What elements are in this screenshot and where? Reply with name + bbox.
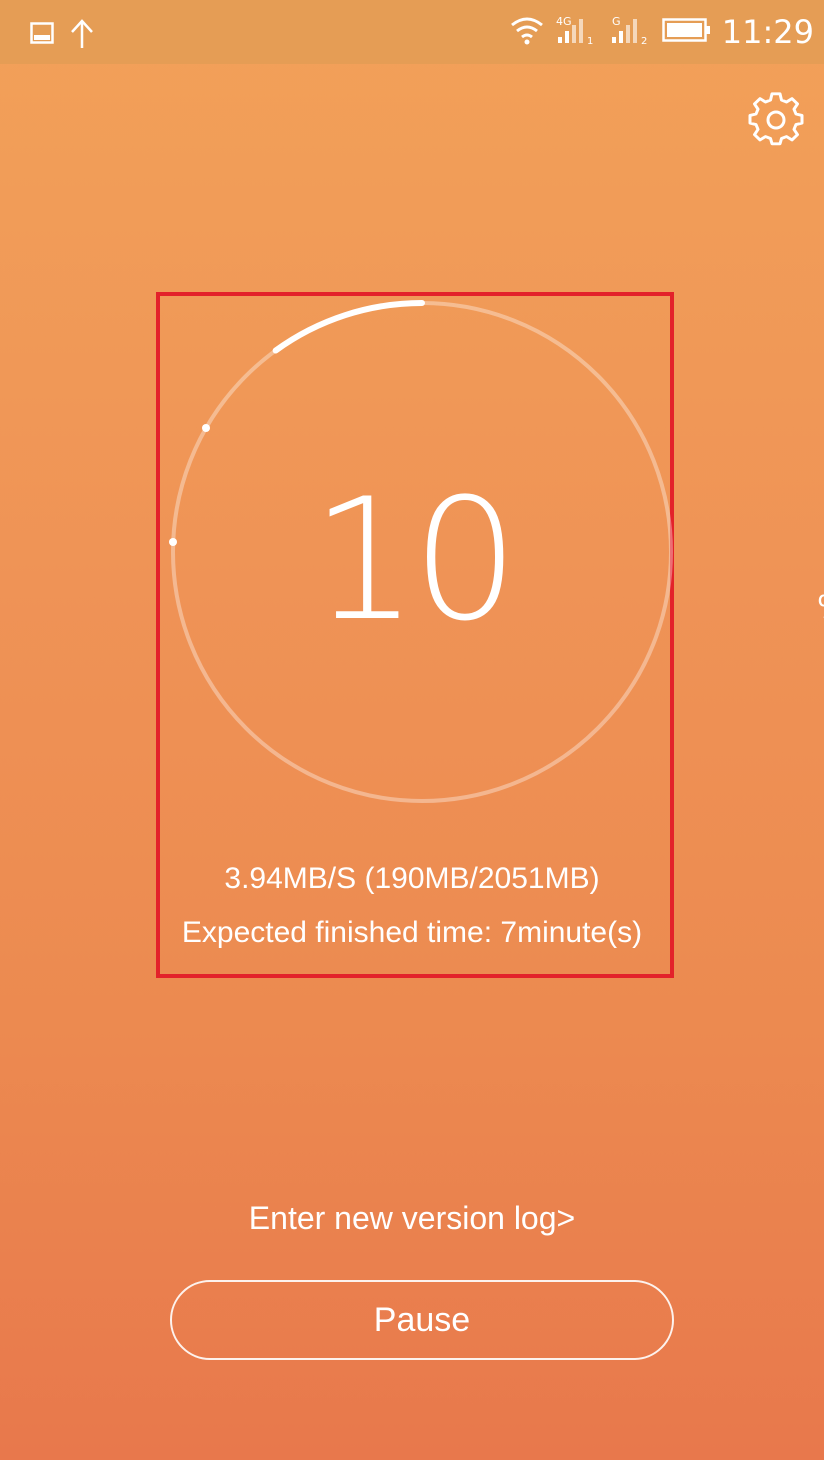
percent-value: 10 — [311, 462, 519, 658]
status-bar-right: 4G 1 G 2 11:29 — [510, 10, 814, 54]
image-icon — [30, 22, 54, 49]
signal-g-sim2-icon: G 2 — [608, 13, 652, 52]
settings-button[interactable] — [748, 92, 804, 148]
signal-4g-sim1-icon: 4G 1 — [554, 13, 598, 52]
download-speed-text: 3.94MB/S (190MB/2051MB) — [224, 862, 600, 895]
percent-display: 10 % — [0, 470, 824, 650]
svg-text:G: G — [612, 15, 621, 28]
svg-text:2: 2 — [641, 36, 647, 47]
status-time: 11:29 — [721, 13, 814, 51]
gear-icon — [748, 92, 804, 146]
expected-finish-text: Expected finished time: 7minute(s) — [181, 916, 643, 949]
pause-button[interactable]: Pause — [170, 1280, 674, 1360]
upload-arrow-icon — [70, 18, 94, 53]
percent-sign: % — [817, 590, 824, 625]
svg-text:1: 1 — [587, 36, 593, 47]
status-bar-left — [30, 18, 94, 53]
svg-text:4G: 4G — [556, 15, 572, 28]
battery-icon — [662, 17, 712, 48]
wifi-icon — [510, 15, 544, 50]
version-log-link[interactable]: Enter new version log> — [0, 1200, 824, 1237]
status-bar: 4G 1 G 2 11:29 — [0, 0, 824, 64]
